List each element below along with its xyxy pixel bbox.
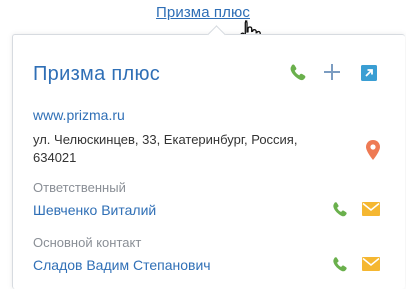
plus-icon[interactable] [322,62,342,82]
main-contact-phone-icon[interactable] [331,255,349,273]
open-external-icon[interactable] [361,65,377,81]
website-link[interactable]: www.prizma.ru [33,107,125,123]
address-text: ул. Челюскинцев, 33, Екатеринбург, Росси… [33,132,298,165]
responsible-name-link[interactable]: Шевченко Виталий [33,202,156,218]
responsible-phone-icon[interactable] [331,200,349,218]
main-contact-envelope-icon[interactable] [362,257,380,271]
main-contact-name-link[interactable]: Сладов Вадим Степанович [33,257,211,273]
phone-icon[interactable] [288,62,308,82]
account-link[interactable]: Призма плюс [0,4,406,21]
responsible-label: Ответственный [33,180,126,195]
responsible-envelope-icon[interactable] [362,202,380,216]
account-title[interactable]: Призма плюс [33,63,160,86]
map-pin-icon[interactable] [366,140,380,160]
main-contact-label: Основной контакт [33,235,142,250]
